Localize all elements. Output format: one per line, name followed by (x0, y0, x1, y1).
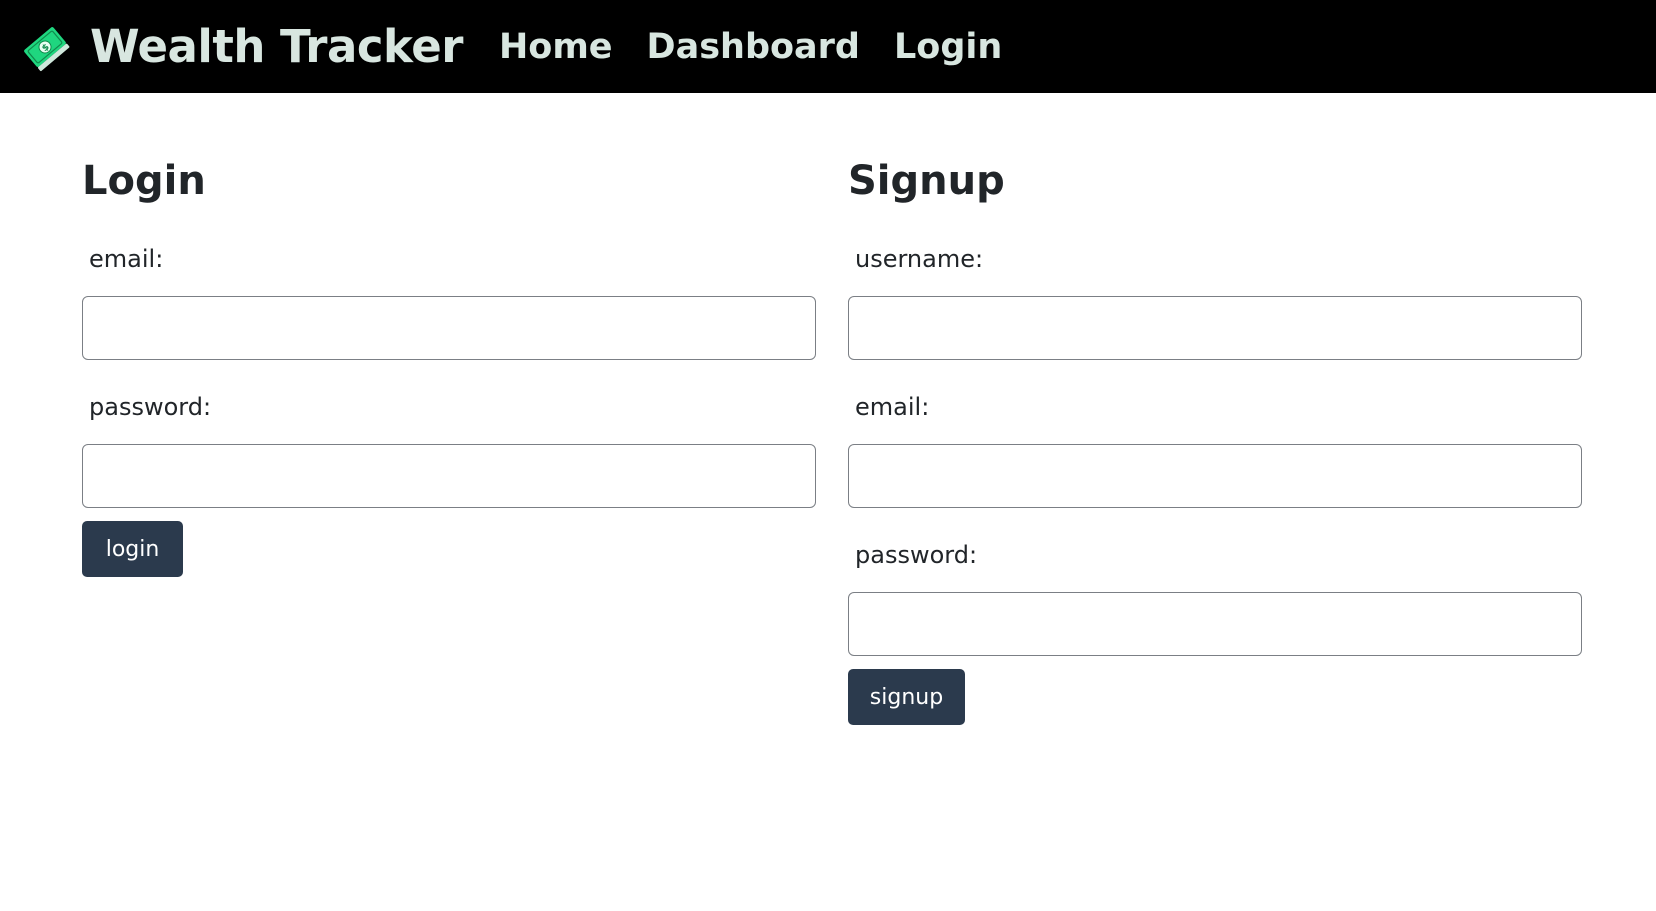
navbar: $ Wealth Tracker Home Dashboard Login (0, 0, 1656, 93)
brand-link[interactable]: $ Wealth Tracker (20, 20, 463, 73)
signup-username-label: username: (855, 245, 984, 273)
login-button[interactable]: login (82, 521, 183, 577)
nav-login-link[interactable]: Login (894, 27, 1002, 67)
nav-home-link[interactable]: Home (499, 27, 613, 67)
login-password-label: password: (89, 393, 212, 421)
login-title: Login (82, 158, 206, 204)
signup-title: Signup (848, 158, 1005, 204)
login-email-label: email: (89, 245, 164, 273)
signup-password-label: password: (855, 541, 978, 569)
signup-username-input[interactable] (848, 296, 1582, 360)
signup-button[interactable]: signup (848, 669, 965, 725)
signup-email-input[interactable] (848, 444, 1582, 508)
nav-links: Home Dashboard Login (479, 27, 1002, 67)
signup-password-input[interactable] (848, 592, 1582, 656)
money-bill-icon: $ (24, 26, 70, 71)
login-email-input[interactable] (82, 296, 816, 360)
nav-dashboard-link[interactable]: Dashboard (647, 27, 860, 67)
signup-email-label: email: (855, 393, 930, 421)
login-password-input[interactable] (82, 444, 816, 508)
brand-title: Wealth Tracker (90, 20, 463, 73)
